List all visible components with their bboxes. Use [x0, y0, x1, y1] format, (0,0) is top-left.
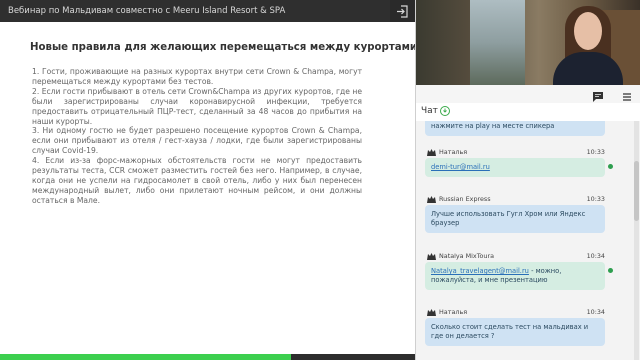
slide-paragraph: 2. Если гости прибывают в отель сети Cro… [32, 86, 362, 126]
chat-messages[interactable]: нажмите на play на месте спикера Наталья… [415, 121, 640, 360]
speaker-video [415, 0, 640, 85]
unread-indicator [608, 164, 613, 169]
menu-icon [623, 93, 631, 101]
message-link[interactable]: demi-tur@mail.ru [431, 163, 490, 171]
chat-header: Чат [415, 103, 640, 121]
slide-paragraph: 3. Ни одному гостю не будет разрешено по… [32, 126, 362, 156]
message-bubble: Лучше использовать Гугл Хром или Яндекс … [425, 205, 605, 233]
message-bubble: нажмите на play на месте спикера [425, 121, 605, 136]
message-bubble: Natalya_travelagent@mail.ru - можно, пож… [425, 262, 605, 290]
message-time: 10:34 [586, 252, 605, 260]
chat-scroll-thumb[interactable] [634, 161, 639, 221]
chat-toggle-icon [593, 92, 603, 102]
chat-message: Наталья 10:33 demi-tur@mail.ru [425, 148, 613, 177]
webinar-app: Вебинар по Мальдивам совместно с Meeru I… [0, 0, 640, 360]
message-text: нажмите на play на месте спикера [431, 122, 555, 130]
message-time: 10:34 [586, 308, 605, 316]
message-header: Наталья 10:33 [425, 148, 605, 158]
slide-paragraph: 4. Если из-за форс-мажорных обстоятельст… [32, 156, 362, 205]
webinar-title: Вебинар по Мальдивам совместно с Meeru I… [8, 6, 286, 16]
chat-message: Natalya MixToura 10:34 Natalya_travelage… [425, 252, 613, 290]
exit-icon [397, 4, 408, 18]
chat-toggle-button[interactable] [592, 88, 604, 102]
side-panel: Чат нажмите на play на месте спикера Нат… [415, 0, 640, 360]
chat-title: Чат [421, 106, 438, 116]
message-author: Наталья [439, 308, 468, 316]
message-author: Russian Express [439, 195, 491, 203]
panel-divider [415, 0, 416, 360]
slide-paragraph: 1. Гости, проживающие на разных курортах… [32, 67, 362, 86]
presentation-slide: Новые правила для желающих перемещаться … [0, 22, 418, 354]
chat-scrollbar[interactable] [634, 121, 639, 360]
user-icon [427, 253, 436, 260]
panel-toolbar [415, 85, 640, 103]
crown-icon [427, 196, 436, 203]
message-time: 10:33 [586, 195, 605, 203]
chat-message: Наталья 10:34 Сколько стоит сделать тест… [425, 308, 605, 346]
menu-button[interactable] [621, 88, 633, 101]
message-bubble: demi-tur@mail.ru [425, 158, 605, 177]
message-bubble: Сколько стоит сделать тест на мальдивах … [425, 318, 605, 346]
message-header: Natalya MixToura 10:34 [425, 252, 605, 262]
unread-indicator [608, 268, 613, 273]
exit-button[interactable] [390, 0, 415, 22]
playback-progress-fill [0, 354, 291, 360]
message-author: Natalya MixToura [439, 252, 495, 260]
message-header: Наталья 10:34 [425, 308, 605, 318]
message-link[interactable]: Natalya_travelagent@mail.ru [431, 267, 529, 275]
chat-message: Russian Express 10:33 Лучше использовать… [425, 195, 605, 233]
help-icon[interactable] [440, 106, 450, 116]
user-icon [427, 149, 436, 156]
message-time: 10:33 [586, 148, 605, 156]
message-author: Наталья [439, 148, 468, 156]
slide-title: Новые правила для желающих перемещаться … [30, 42, 418, 53]
user-icon [427, 309, 436, 316]
playback-progress-bar[interactable] [0, 354, 415, 360]
webinar-title-bar: Вебинар по Мальдивам совместно с Meeru I… [0, 0, 415, 22]
chat-message: нажмите на play на месте спикера [425, 121, 605, 136]
message-text: Лучше использовать Гугл Хром или Яндекс … [431, 210, 586, 227]
message-text: Сколько стоит сделать тест на мальдивах … [431, 323, 589, 340]
slide-body: 1. Гости, проживающие на разных курортах… [32, 67, 362, 206]
message-header: Russian Express 10:33 [425, 195, 605, 205]
